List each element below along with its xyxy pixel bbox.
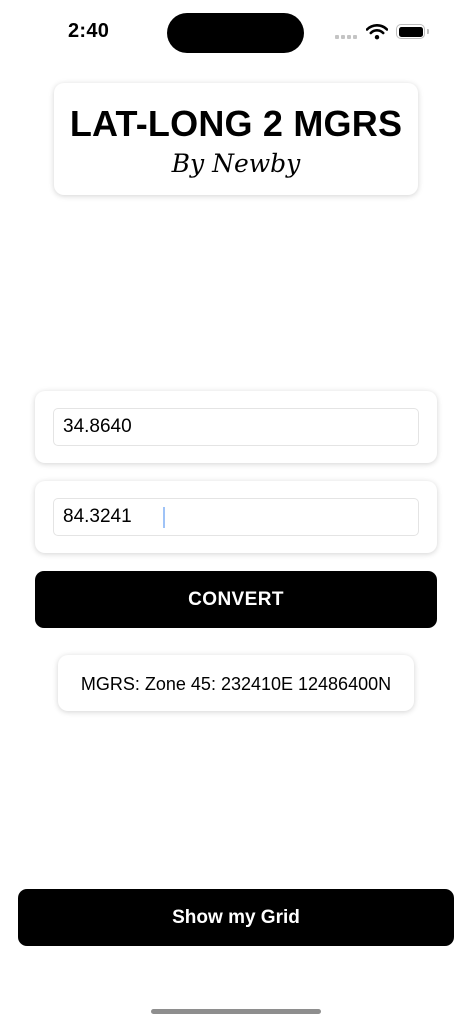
app-subtitle: By Newby <box>171 149 301 178</box>
mgrs-result: MGRS: Zone 45: 232410E 12486400N <box>80 674 392 694</box>
longitude-card <box>35 481 437 553</box>
app-title: LAT-LONG 2 MGRS <box>69 103 403 144</box>
home-indicator[interactable] <box>151 1009 321 1014</box>
convert-button[interactable]: CONVERT <box>35 571 437 628</box>
show-grid-button[interactable]: Show my Grid <box>18 889 454 946</box>
longitude-input[interactable] <box>53 498 419 536</box>
text-caret <box>163 507 165 528</box>
cellular-signal-icon <box>335 35 359 53</box>
latitude-input[interactable] <box>53 408 419 446</box>
status-time: 2:40 <box>68 20 110 42</box>
wifi-icon <box>365 24 389 45</box>
title-card: LAT-LONG 2 MGRS By Newby <box>54 83 418 195</box>
dynamic-island <box>167 13 304 53</box>
result-card: MGRS: Zone 45: 232410E 12486400N <box>58 655 414 711</box>
status-bar: 2:40 <box>0 0 472 64</box>
battery-cap <box>427 29 429 34</box>
battery-icon <box>396 24 425 39</box>
latitude-card <box>35 391 437 463</box>
